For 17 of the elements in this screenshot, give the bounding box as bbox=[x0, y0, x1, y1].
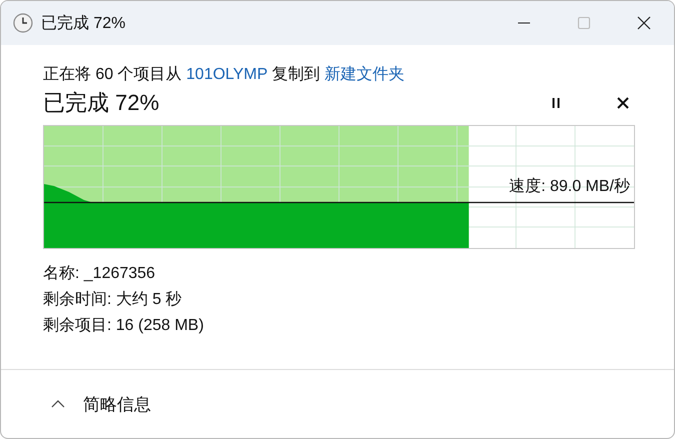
progress-heading: 已完成 72% bbox=[43, 89, 160, 117]
folder-link[interactable]: 新建文件夹 bbox=[324, 66, 404, 83]
speed-label: 速度: 89.0 MB/秒 bbox=[509, 176, 630, 197]
window-title: 已完成 72% bbox=[41, 14, 126, 34]
copy-status-text: 正在将 60 个项目从 101OLYMP 复制到 新建文件夹 bbox=[43, 64, 406, 85]
close-icon bbox=[637, 16, 651, 30]
detail-text: 剩余时间: 大约 5 秒 bbox=[43, 290, 183, 310]
brief-info-toggle[interactable]: 简略信息 bbox=[47, 388, 155, 420]
minimize-icon bbox=[517, 22, 531, 24]
clock-icon bbox=[13, 13, 33, 33]
folder-link[interactable]: 101OLYMP bbox=[186, 66, 268, 83]
pause-icon bbox=[550, 96, 562, 110]
detail-text: 名称: _1267356 bbox=[43, 264, 156, 284]
caret-up-icon bbox=[51, 400, 65, 408]
detail-text: 剩余项目: 16 (258 MB) bbox=[43, 316, 205, 336]
maximize-icon bbox=[577, 16, 591, 30]
close-icon bbox=[617, 97, 629, 109]
